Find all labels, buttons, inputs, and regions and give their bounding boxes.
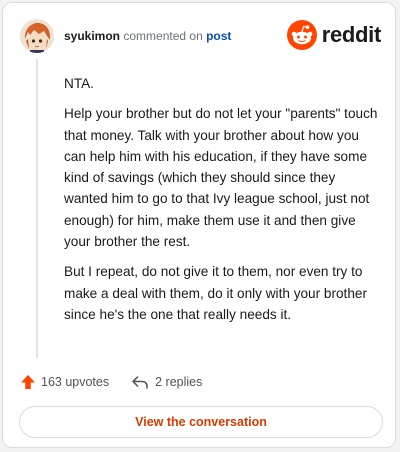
reddit-wordmark: reddit — [321, 22, 382, 47]
post-link[interactable]: post — [206, 29, 231, 43]
upvote-arrow-icon — [21, 375, 35, 389]
comment-paragraph: Help your brother but do not let your "p… — [64, 106, 378, 250]
replies-button[interactable]: 2 replies — [131, 374, 202, 390]
action-text: commented on — [123, 29, 203, 43]
reply-count: 2 replies — [155, 375, 203, 389]
avatar-image — [20, 19, 54, 53]
view-conversation-button[interactable]: View the conversation — [19, 406, 383, 438]
comment-paragraph: NTA. — [64, 76, 94, 91]
reply-arrow-icon — [132, 376, 148, 389]
comment-header: syukimon commented on post — [64, 28, 231, 44]
upvotes-button[interactable]: 163 upvotes — [20, 374, 109, 390]
reddit-alien-icon — [286, 20, 317, 50]
comment-paragraph: But I repeat, do not give it to them, no… — [64, 264, 367, 322]
comment-footer: 163 upvotes 2 replies — [20, 371, 202, 393]
upvote-count: 163 upvotes — [41, 375, 110, 389]
reddit-logo[interactable]: reddit — [286, 20, 382, 50]
comment-card: syukimon commented on post reddit NTA. H… — [2, 2, 396, 448]
username[interactable]: syukimon — [64, 29, 120, 43]
comment-body: NTA. Help your brother but do not let yo… — [64, 73, 382, 334]
thread-line — [36, 59, 38, 358]
avatar[interactable] — [20, 19, 54, 53]
